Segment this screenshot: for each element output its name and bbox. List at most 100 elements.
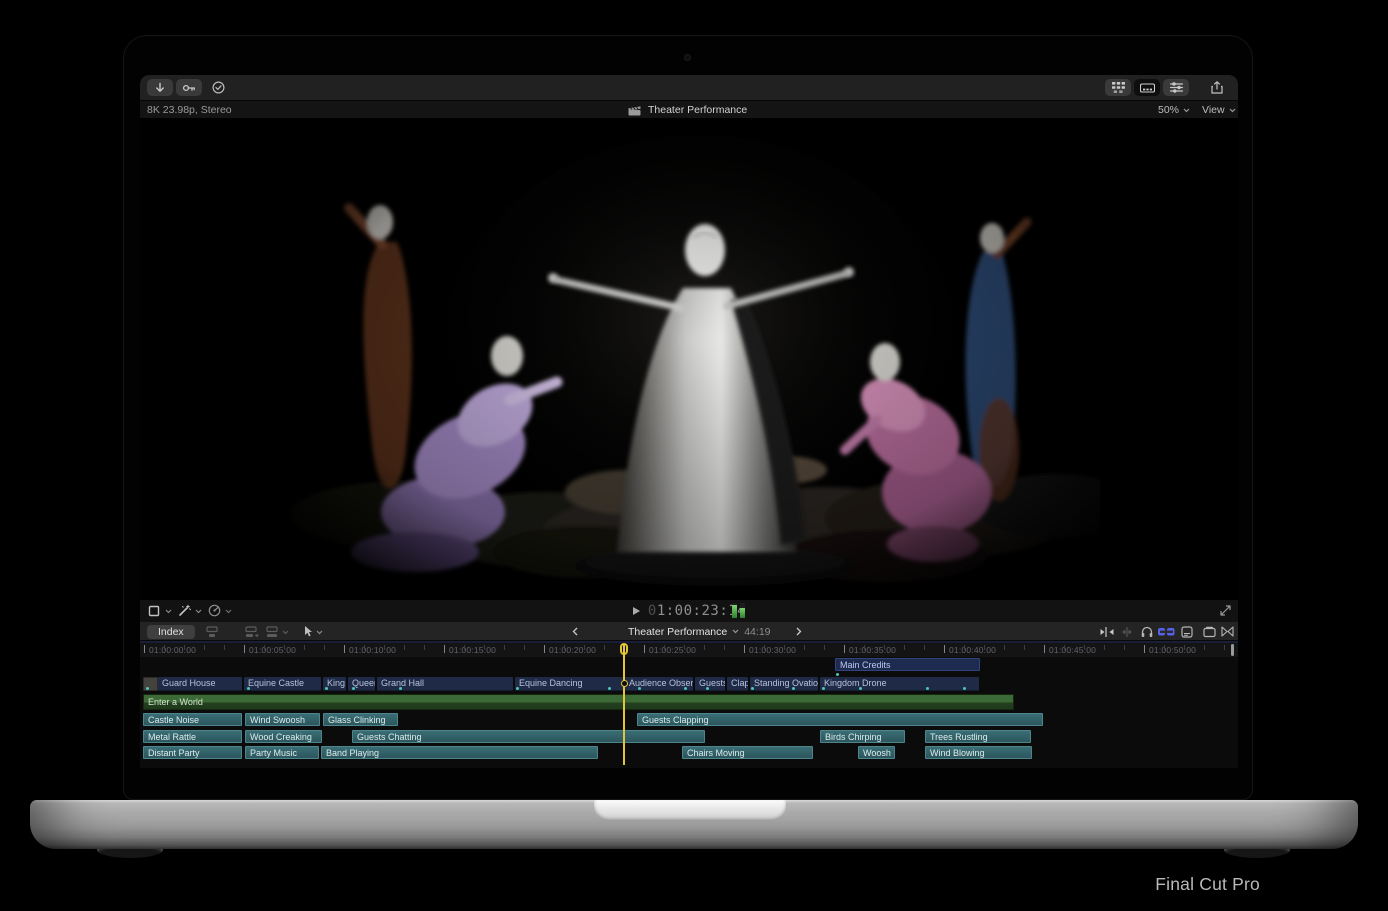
viewer-canvas: [140, 118, 1238, 600]
timeline-clip-king[interactable]: King: [323, 677, 346, 691]
share-button[interactable]: [1204, 79, 1230, 96]
ruler-minor-tick: [564, 645, 565, 650]
previous-project-button[interactable]: [572, 622, 578, 641]
grid-view-icon: [1112, 82, 1125, 93]
timeline-clip-wind-blowing[interactable]: Wind Blowing: [925, 746, 1032, 759]
timeline-clip-castle-noise[interactable]: Castle Noise: [143, 713, 242, 726]
timeline-clip-main-credits[interactable]: Main Credits: [835, 658, 980, 671]
filmstrip-view-button[interactable]: [1134, 79, 1160, 96]
adjust-button[interactable]: [1163, 79, 1189, 96]
timeline-clip-distant-party[interactable]: Distant Party: [143, 746, 242, 759]
timeline-clip-grand-hall[interactable]: Grand Hall: [377, 677, 513, 691]
ruler-minor-tick: [764, 645, 765, 650]
timecode-display[interactable]: 01:00:23:14: [140, 600, 1238, 622]
chevron-down-icon[interactable]: [316, 630, 323, 635]
chevron-left-icon: [572, 627, 578, 636]
timeline-clip-party-music[interactable]: Party Music: [245, 746, 319, 759]
check-circle-icon: [212, 81, 225, 94]
zoom-menu[interactable]: 50%: [1158, 104, 1190, 116]
timeline-clip-birds-chirping[interactable]: Birds Chirping: [820, 730, 905, 743]
timeline-clip-kingdom-drone[interactable]: Kingdom Drone: [820, 677, 979, 691]
expand-viewer-icon[interactable]: [1220, 605, 1231, 616]
ruler-minor-tick: [424, 645, 425, 650]
ruler-minor-tick: [404, 645, 405, 650]
clip-box-icon[interactable]: [1203, 626, 1216, 638]
chevron-down-icon: [1183, 108, 1190, 113]
ruler-major-tick: [544, 645, 545, 653]
ruler-minor-tick: [1204, 645, 1205, 650]
chevron-down-icon: [732, 629, 739, 634]
ruler-top-strip: [140, 641, 1238, 643]
timeline-clip-audience-observe[interactable]: Audience Observe: [625, 677, 693, 691]
keyer-button[interactable]: [176, 79, 202, 96]
timeline-clip-equine-castle[interactable]: Equine Castle: [244, 677, 321, 691]
project-title-label: Theater Performance: [648, 104, 747, 116]
browser-grid-button[interactable]: [1105, 79, 1131, 96]
ruler-minor-tick: [684, 645, 685, 650]
timeline-scroll-nub[interactable]: [1231, 644, 1234, 656]
viewer-project-title: Theater Performance: [628, 104, 747, 116]
timeline-clip-trees-rustling[interactable]: Trees Rustling: [925, 730, 1031, 743]
play-icon[interactable]: [632, 606, 641, 616]
ruler-minor-tick: [204, 645, 205, 650]
timeline-clip-gap[interactable]: [143, 677, 158, 691]
timeline-clip-clap[interactable]: Clap: [727, 677, 748, 691]
ruler-minor-tick: [284, 645, 285, 650]
timeline-clip-enter-a-world[interactable]: Enter a World: [143, 694, 1014, 710]
chevron-down-icon[interactable]: [282, 630, 289, 635]
trim-end-icon[interactable]: [1120, 627, 1134, 637]
playhead-line[interactable]: [623, 644, 625, 765]
timeline-clip-queen[interactable]: Queen: [348, 677, 375, 691]
ruler-minor-tick: [864, 645, 865, 650]
timeline-clip-chairs-moving[interactable]: Chairs Moving: [682, 746, 813, 759]
select-arrow-icon[interactable]: [303, 625, 313, 638]
connect-clip-icon[interactable]: [204, 626, 220, 638]
timeline-ruler[interactable]: 01:00:00:0001:00:05:0001:00:10:0001:00:1…: [140, 641, 1238, 657]
ruler-major-tick: [744, 645, 745, 653]
view-menu[interactable]: View: [1202, 104, 1236, 116]
next-project-button[interactable]: [796, 622, 802, 641]
clip-appearance-icon[interactable]: [1181, 626, 1193, 638]
ruler-major-tick: [244, 645, 245, 653]
timeline-clip-guests[interactable]: Guests: [695, 677, 725, 691]
timeline-clip-guests-chatting[interactable]: Guests Chatting: [352, 730, 705, 743]
ruler-minor-tick: [884, 645, 885, 650]
timeline-clip-wood-creaking[interactable]: Wood Creaking: [245, 730, 322, 743]
snapping-icon[interactable]: [1158, 628, 1175, 636]
clapperboard-icon: [628, 105, 641, 116]
timeline-clip-metal-rattle[interactable]: Metal Rattle: [143, 730, 242, 743]
playhead-handle[interactable]: [620, 643, 628, 655]
ruler-minor-tick: [224, 645, 225, 650]
ruler-minor-tick: [1084, 645, 1085, 650]
transition-bowtie-icon[interactable]: [1221, 626, 1234, 637]
ruler-minor-tick: [904, 645, 905, 650]
solo-headphones-icon[interactable]: [1141, 626, 1153, 638]
ruler-minor-tick: [384, 645, 385, 650]
timeline-clip-standing-ovation[interactable]: Standing Ovation: [750, 677, 818, 691]
tasks-button[interactable]: [205, 79, 231, 96]
timeline-clip-band-playing[interactable]: Band Playing: [321, 746, 598, 759]
ruler-major-tick: [944, 645, 945, 653]
ruler-minor-tick: [1104, 645, 1105, 650]
timeline-project-menu[interactable]: Theater Performance 44:19: [628, 622, 771, 641]
lid-notch: [594, 800, 786, 821]
timeline-clip-glass-clinking[interactable]: Glass Clinking: [323, 713, 398, 726]
append-clip-icon[interactable]: [264, 626, 280, 638]
timeline-clip-guard-house[interactable]: Guard House: [158, 677, 242, 691]
ruler-minor-tick: [524, 645, 525, 650]
timeline-clip-woosh[interactable]: Woosh: [858, 746, 895, 759]
trim-start-icon[interactable]: [1100, 627, 1114, 637]
insert-clip-icon[interactable]: [243, 626, 259, 638]
ruler-timecode-label: 01:00:25:00: [649, 645, 696, 655]
timeline-clip-guests-clapping[interactable]: Guests Clapping: [637, 713, 1043, 726]
import-button[interactable]: [147, 79, 173, 96]
ruler-minor-tick: [1024, 645, 1025, 650]
audio-meters[interactable]: [732, 603, 745, 618]
timeline-clip-wind-swoosh[interactable]: Wind Swoosh: [245, 713, 320, 726]
macbook-screen: 8K 23.98p, Stereo Theater Performance 50…: [123, 35, 1253, 800]
index-button[interactable]: Index: [147, 625, 195, 639]
key-icon: [182, 83, 196, 93]
timeline-clip-equine-dancing[interactable]: Equine Dancing: [515, 677, 623, 691]
format-info: 8K 23.98p, Stereo: [147, 104, 232, 116]
ruler-minor-tick: [724, 645, 725, 650]
